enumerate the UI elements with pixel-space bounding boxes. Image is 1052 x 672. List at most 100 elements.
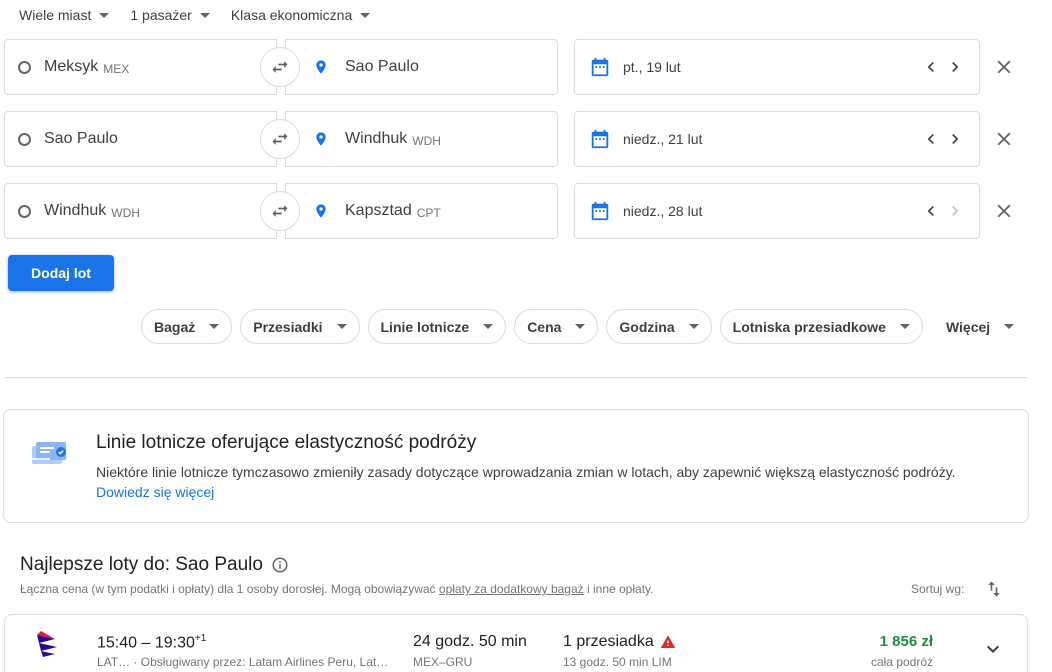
chevron-left-icon [927,62,934,72]
destination-field[interactable]: Sao Paulo [285,39,558,95]
destination-city: Sao Paulo [345,58,419,75]
origin-code: WDH [111,205,140,220]
destination-field[interactable]: Windhuk WDH [285,111,558,167]
flight-stops: 1 przesiadka [563,633,676,651]
caret-down-icon [1004,324,1015,329]
notice-body: Niektóre linie lotnicze tymczasowo zmien… [96,462,956,502]
swap-button[interactable] [260,47,300,87]
day-offset: +1 [194,633,207,644]
filter-label: Przesiadki [253,318,323,335]
trip-options-bar: Wiele miast 1 pasażer Klasa ekonomiczna [0,0,380,30]
departure-date-field[interactable]: niedz., 28 lut [574,183,980,239]
next-date-button[interactable] [943,55,967,79]
flight-price: 1 856 zł [879,633,933,650]
departure-date: pt., 19 lut [623,59,681,75]
filter-airlines[interactable]: Linie lotnicze [367,309,507,344]
departure-arrival-times: 15:40 – 19:30 [97,634,195,652]
ticket-illustration-icon [30,438,70,473]
subtitle-text-end: i inne opłaty. [583,582,654,596]
flight-times: 15:40 – 19:30+1 [97,633,206,652]
swap-icon [272,133,288,145]
chevron-down-icon [987,645,999,653]
cabin-class-select[interactable]: Klasa ekonomiczna [231,0,380,30]
origin-field[interactable]: Meksyk MEX [4,39,277,95]
sort-icon[interactable] [984,579,1004,604]
caret-down-icon [688,324,699,329]
subtitle-text: Łączna cena (w tym podatki i opłaty) dla… [20,582,439,596]
flight-result-card[interactable]: 15:40 – 19:30+1 LAT… · Obsługiwany przez… [4,614,1028,672]
origin-city: Sao Paulo [44,130,118,147]
filter-label: Cena [527,318,562,335]
chevron-right-icon [952,134,959,144]
remove-leg-button[interactable] [990,197,1018,225]
warning-icon [660,634,676,650]
next-date-button [943,199,967,223]
previous-date-button[interactable] [919,127,943,151]
cabin-class-label: Klasa ekonomiczna [230,7,353,23]
latam-logo-icon [35,629,61,670]
expand-details-button[interactable] [981,637,1005,666]
departure-date: niedz., 28 lut [623,203,703,219]
chevron-left-icon [927,206,934,216]
passengers-select[interactable]: 1 pasażer [130,0,219,30]
learn-more-link[interactable]: Dowiedz się więcej [96,484,214,500]
price-note: cała podróż [870,655,933,669]
flight-leg-3: Windhuk WDH Kapsztad CPT niedz., 28 lut [4,183,1034,239]
more-filters-button[interactable]: Więcej [931,309,1015,344]
airline-operator: LAT… · Obsługiwany przez: Latam Airlines… [97,655,389,669]
destination-code: WDH [412,133,441,148]
filter-bar: Bagaż Przesiadki Linie lotnicze Cena God… [141,309,1015,345]
layover-info: 13 godz. 50 min LIM [563,655,672,669]
origin-circle-icon [18,60,31,74]
departure-date-field[interactable]: pt., 19 lut [574,39,980,95]
location-pin-icon [313,200,329,222]
trip-type-label: Wiele miast [19,7,92,23]
add-flight-button[interactable]: Dodaj lot [8,255,114,291]
remove-leg-button[interactable] [990,53,1018,81]
previous-date-button[interactable] [919,199,943,223]
filter-label: Bagaż [154,318,196,335]
filter-baggage[interactable]: Bagaż [141,309,233,344]
origin-field[interactable]: Windhuk WDH [4,183,277,239]
filter-label: Godzina [619,318,675,335]
caret-down-icon [99,12,110,18]
next-date-button[interactable] [943,127,967,151]
filter-connecting-airports[interactable]: Lotniska przesiadkowe [719,309,923,344]
caret-down-icon [336,324,347,329]
more-filters-label: Więcej [945,318,991,335]
previous-date-button[interactable] [919,55,943,79]
origin-code: MEX [103,61,130,76]
origin-city: Windhuk [44,202,107,219]
close-icon [997,204,1011,218]
remove-leg-button[interactable] [990,125,1018,153]
baggage-fees-link[interactable]: opłaty za dodatkowy bagaż [439,582,584,596]
stops-text: 1 przesiadka [563,633,654,650]
notice-text: Niektóre linie lotnicze tymczasowo zmien… [96,464,956,480]
caret-down-icon [575,324,586,329]
passengers-label: 1 pasażer [130,7,192,23]
swap-button[interactable] [260,191,300,231]
departure-date-field[interactable]: niedz., 21 lut [574,111,980,167]
caret-down-icon [360,12,371,18]
trip-type-select[interactable]: Wiele miast [19,0,119,30]
chevron-right-icon [952,206,959,216]
origin-field[interactable]: Sao Paulo [4,111,277,167]
location-pin-icon [313,128,329,150]
filter-times[interactable]: Godzina [606,309,712,344]
origin-city: Meksyk [44,58,99,75]
filter-price[interactable]: Cena [514,309,599,344]
destination-city: Windhuk [345,130,408,147]
swap-icon [272,205,288,217]
calendar-icon [589,200,611,222]
swap-icon [272,61,288,73]
destination-city: Kapsztad [345,202,412,219]
location-pin-icon [313,56,329,78]
origin-circle-icon [18,132,31,146]
caret-down-icon [199,12,210,18]
info-icon[interactable] [271,556,289,574]
swap-button[interactable] [260,119,300,159]
filter-stops[interactable]: Przesiadki [240,309,360,344]
destination-field[interactable]: Kapsztad CPT [285,183,558,239]
filter-label: Lotniska przesiadkowe [732,318,886,335]
close-icon [997,60,1011,74]
